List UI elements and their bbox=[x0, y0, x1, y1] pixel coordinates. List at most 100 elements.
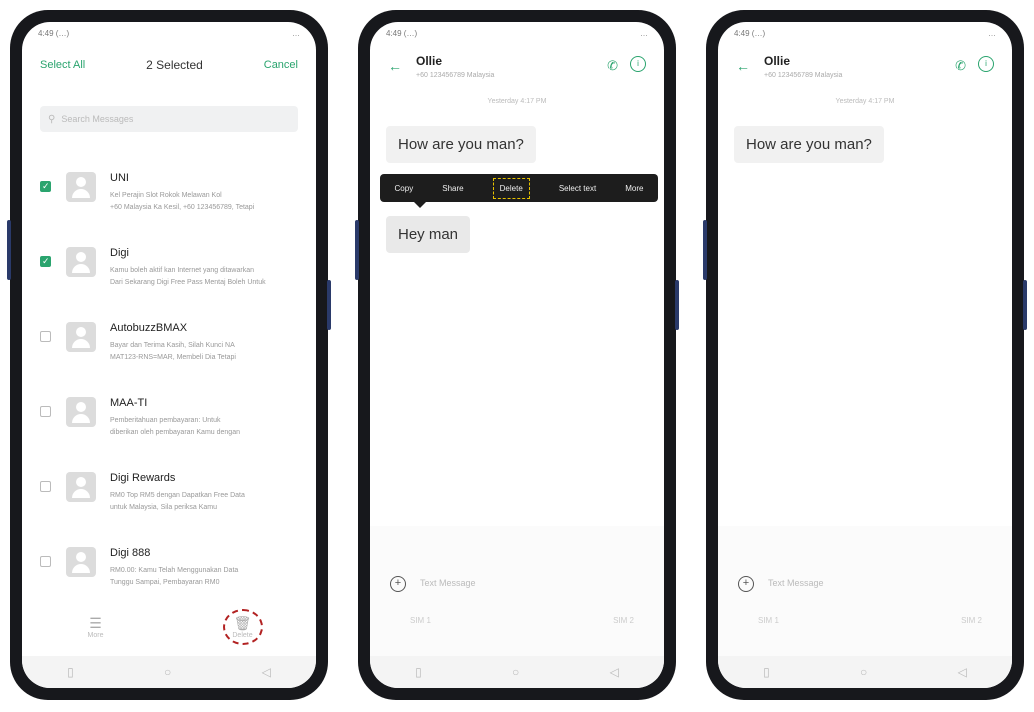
send-sim2-button[interactable]: SIM 2 bbox=[961, 616, 982, 625]
menu-copy[interactable]: Copy bbox=[395, 184, 414, 193]
power-button bbox=[1023, 280, 1027, 330]
home-icon[interactable]: ○ bbox=[164, 665, 171, 679]
search-input[interactable]: ⚲ Search Messages bbox=[40, 106, 298, 132]
select-checkbox[interactable] bbox=[40, 256, 51, 267]
screen-3: 4:49 (…) … ← Ollie +60 123456789 Malaysi… bbox=[718, 22, 1012, 688]
message-bubble[interactable]: How are you man? bbox=[386, 126, 536, 163]
message-input[interactable]: Text Message bbox=[768, 578, 824, 588]
conversation-list: UNI Kel Perajin Slot Rokok Melawan Kol+6… bbox=[22, 164, 316, 614]
menu-delete[interactable]: Delete bbox=[492, 177, 530, 199]
system-nav-bar: ▯ ○ ◁ bbox=[22, 656, 316, 688]
conversation-name: Digi bbox=[110, 247, 129, 259]
message-bubble-selected[interactable]: Hey man bbox=[386, 216, 471, 253]
conversation-name: MAA-TI bbox=[110, 397, 148, 409]
conversation-preview: Pemberitahuan pembayaran: Untuk diberikan… bbox=[110, 417, 240, 436]
more-button[interactable]: ☰ More bbox=[22, 615, 169, 639]
back-icon[interactable]: ◁ bbox=[262, 665, 271, 679]
sim-selector: SIM 1 SIM 2 bbox=[758, 616, 982, 625]
contact-name: Ollie bbox=[416, 54, 443, 68]
recents-icon[interactable]: ▯ bbox=[415, 665, 422, 679]
screen-1: 4:49 (…) … Select All 2 Selected Cancel … bbox=[22, 22, 316, 688]
phone-frame-1: 4:49 (…) … Select All 2 Selected Cancel … bbox=[7, 10, 331, 700]
contact-avatar-icon bbox=[66, 322, 96, 352]
system-nav-bar: ▯ ○ ◁ bbox=[370, 656, 664, 688]
status-bar: 4:49 (…) … bbox=[22, 22, 316, 44]
status-left: 4:49 (…) bbox=[38, 28, 70, 38]
chat-header: ← Ollie +60 123456789 Malaysia ✆ i bbox=[718, 48, 1012, 88]
volume-button bbox=[703, 220, 707, 280]
conversation-item[interactable]: UNI Kel Perajin Slot Rokok Melawan Kol+6… bbox=[22, 164, 316, 239]
power-button bbox=[327, 280, 331, 330]
volume-button bbox=[355, 220, 359, 280]
contact-avatar-icon bbox=[66, 172, 96, 202]
back-arrow-icon[interactable]: ← bbox=[388, 58, 402, 74]
phone-call-icon[interactable]: ✆ bbox=[955, 58, 966, 74]
menu-more[interactable]: More bbox=[625, 184, 643, 193]
contact-avatar-icon bbox=[66, 472, 96, 502]
select-checkbox[interactable] bbox=[40, 406, 51, 417]
info-icon[interactable]: i bbox=[978, 56, 994, 72]
message-context-menu: Copy Share Delete Select text More bbox=[380, 174, 658, 208]
recents-icon[interactable]: ▯ bbox=[763, 665, 770, 679]
power-button bbox=[675, 280, 679, 330]
home-icon[interactable]: ○ bbox=[512, 665, 519, 679]
back-icon[interactable]: ◁ bbox=[958, 665, 967, 679]
menu-share[interactable]: Share bbox=[442, 184, 463, 193]
delete-highlight: 🗑 Delete bbox=[222, 609, 263, 645]
trash-icon: 🗑 bbox=[233, 615, 252, 631]
add-attachment-icon[interactable]: + bbox=[738, 576, 754, 592]
contact-avatar-icon bbox=[66, 397, 96, 427]
status-right: … bbox=[292, 28, 300, 38]
send-sim1-button[interactable]: SIM 1 bbox=[758, 616, 779, 625]
more-label: More bbox=[87, 632, 104, 639]
contact-name: Ollie bbox=[764, 54, 791, 68]
send-sim2-button[interactable]: SIM 2 bbox=[613, 616, 634, 625]
list-icon: ☰ bbox=[89, 615, 102, 631]
contact-avatar-icon bbox=[66, 247, 96, 277]
system-nav-bar: ▯ ○ ◁ bbox=[718, 656, 1012, 688]
message-input[interactable]: Text Message bbox=[420, 578, 476, 588]
search-icon: ⚲ bbox=[48, 113, 56, 125]
home-icon[interactable]: ○ bbox=[860, 665, 867, 679]
conversation-item[interactable]: MAA-TI Pemberitahuan pembayaran: Untuk di… bbox=[22, 389, 316, 464]
conversation-name: AutobuzzBMAX bbox=[110, 322, 188, 334]
contact-number: +60 123456789 Malaysia bbox=[416, 72, 495, 79]
phone-call-icon[interactable]: ✆ bbox=[607, 58, 618, 74]
compose-area: + Text Message SIM 1 SIM 2 bbox=[718, 526, 1012, 656]
conversation-name: Digi 888 bbox=[110, 547, 151, 559]
compose-area: + Text Message SIM 1 SIM 2 bbox=[370, 526, 664, 656]
select-checkbox[interactable] bbox=[40, 331, 51, 342]
back-arrow-icon[interactable]: ← bbox=[736, 58, 750, 74]
select-checkbox[interactable] bbox=[40, 481, 51, 492]
conversation-preview: RM0 Top RM5 dengan Dapatkan Free Data unt… bbox=[110, 492, 245, 511]
recents-icon[interactable]: ▯ bbox=[67, 665, 74, 679]
conversation-preview: Bayar dan Terima Kasih, Silah Kunci NA MA… bbox=[110, 342, 236, 361]
select-checkbox[interactable] bbox=[40, 556, 51, 567]
selection-header: Select All 2 Selected Cancel bbox=[22, 52, 316, 78]
conversation-item[interactable]: Digi Kamu boleh aktif kan Internet yang … bbox=[22, 239, 316, 314]
add-attachment-icon[interactable]: + bbox=[390, 576, 406, 592]
menu-select-text[interactable]: Select text bbox=[559, 184, 596, 193]
contact-avatar-icon bbox=[66, 547, 96, 577]
select-all-button[interactable]: Select All bbox=[40, 59, 85, 71]
select-checkbox[interactable] bbox=[40, 181, 51, 192]
status-bar: 4:49 (…) … bbox=[718, 22, 1012, 44]
conversation-preview: RM0.00: Kamu Telah Menggunakan Data Tungg… bbox=[110, 567, 239, 586]
send-sim1-button[interactable]: SIM 1 bbox=[410, 616, 431, 625]
cancel-button[interactable]: Cancel bbox=[264, 59, 298, 71]
delete-button[interactable]: 🗑 Delete bbox=[169, 609, 316, 645]
contact-number: +60 123456789 Malaysia bbox=[764, 72, 843, 79]
volume-button bbox=[7, 220, 11, 280]
conversation-item[interactable]: Digi Rewards RM0 Top RM5 dengan Dapatkan… bbox=[22, 464, 316, 539]
screen-2: 4:49 (…) … ← Ollie +60 123456789 Malaysi… bbox=[370, 22, 664, 688]
delete-label: Delete bbox=[232, 632, 253, 639]
conversation-name: UNI bbox=[110, 172, 129, 184]
selection-title: 2 Selected bbox=[146, 58, 203, 72]
conversation-item[interactable]: AutobuzzBMAX Bayar dan Terima Kasih, Sil… bbox=[22, 314, 316, 389]
phone-frame-2: 4:49 (…) … ← Ollie +60 123456789 Malaysi… bbox=[355, 10, 679, 700]
info-icon[interactable]: i bbox=[630, 56, 646, 72]
conversation-preview: Kel Perajin Slot Rokok Melawan Kol +60 Ma… bbox=[110, 192, 255, 211]
message-bubble[interactable]: How are you man? bbox=[734, 126, 884, 163]
back-icon[interactable]: ◁ bbox=[610, 665, 619, 679]
search-placeholder: Search Messages bbox=[61, 114, 134, 124]
